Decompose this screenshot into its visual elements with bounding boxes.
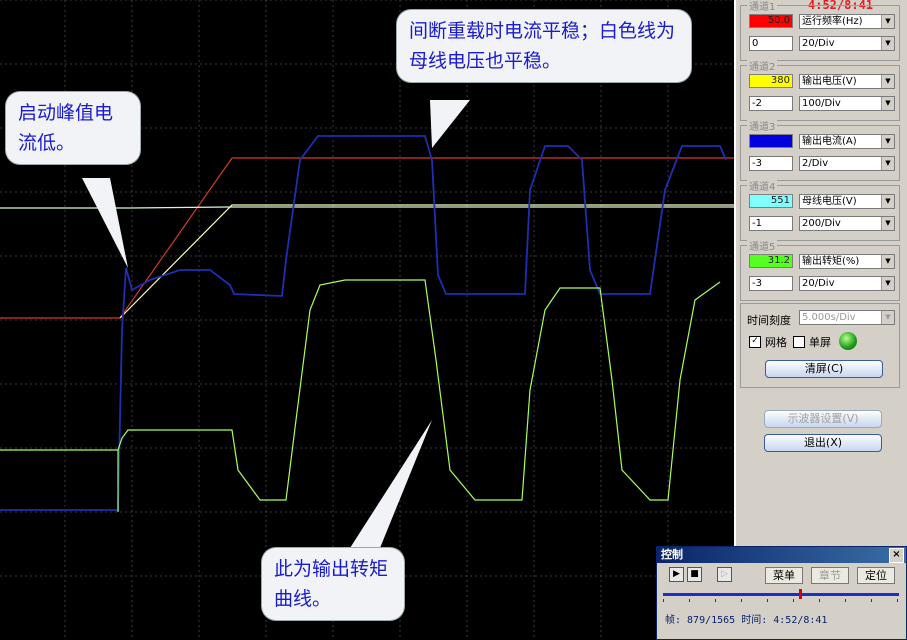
- channel-color-swatch[interactable]: [749, 134, 793, 148]
- channel-measure-select[interactable]: 运行频率(Hz) ▼: [799, 14, 895, 29]
- control-titlebar: 控制 ×: [657, 547, 906, 563]
- single-screen-checkbox[interactable]: [793, 336, 805, 348]
- channel-scale-select[interactable]: 200/Div ▼: [799, 216, 895, 231]
- progress-thumb[interactable]: [799, 589, 802, 599]
- step-icon[interactable]: ▷: [717, 567, 732, 582]
- callout-bottom: 此为输出转矩曲线。: [262, 548, 404, 620]
- time-scale-group: 时间刻度 5.000s/Div ▼ ✓ 网格 单屏 清屏(C): [740, 303, 900, 388]
- time-scale-select[interactable]: 5.000s/Div ▼: [799, 310, 895, 325]
- bus-voltage-trace: [0, 206, 734, 209]
- exit-button[interactable]: 退出(X): [764, 434, 882, 452]
- channel-color-swatch[interactable]: 551: [749, 194, 793, 208]
- channel-title: 通道1: [747, 0, 778, 13]
- close-button[interactable]: ×: [889, 548, 904, 563]
- stop-icon[interactable]: ■: [687, 567, 702, 582]
- control-window: 控制 × ▶ ■ ▷ 菜单 章节 定位 帧: 879/1565 时间: 4:52…: [656, 546, 907, 640]
- channel-scale-select[interactable]: 20/Div ▼: [799, 36, 895, 51]
- channel-scale-select[interactable]: 20/Div ▼: [799, 276, 895, 291]
- menu-button[interactable]: 菜单: [765, 567, 803, 584]
- play-icon[interactable]: ▶: [669, 567, 684, 582]
- channel-group-4: 通道4 551 母线电压(V) ▼ -1 200/Div ▼: [740, 178, 900, 241]
- channel-group-2: 通道2 380 输出电压(V) ▼ -2 100/Div ▼: [740, 58, 900, 121]
- single-screen-label: 单屏: [809, 336, 831, 349]
- channel-measure-select[interactable]: 输出转矩(%) ▼: [799, 254, 895, 269]
- channel-scale-select[interactable]: 100/Div ▼: [799, 96, 895, 111]
- channel-offset-input[interactable]: -3: [749, 156, 793, 171]
- channel-title: 通道5: [747, 238, 778, 253]
- channel-color-swatch[interactable]: 50.0: [749, 14, 793, 28]
- control-panel: 4:52/8:41 通道1 50.0 运行频率(Hz) ▼ 0 20/Div ▼ 通道2 380…: [734, 0, 907, 640]
- progress-ticks: [663, 599, 899, 603]
- channel-measure-select[interactable]: 输出电流(A) ▼: [799, 134, 895, 149]
- locate-button[interactable]: 定位: [857, 567, 895, 584]
- channel-title: 通道4: [747, 178, 778, 193]
- display-settings-button[interactable]: 示波器设置(V): [764, 410, 882, 428]
- output-voltage-trace: [119, 204, 734, 319]
- chapter-button[interactable]: 章节: [811, 567, 849, 584]
- channel-measure-select[interactable]: 母线电压(V) ▼: [799, 194, 895, 209]
- channel-offset-input[interactable]: -2: [749, 96, 793, 111]
- torque-trace: [0, 279, 721, 501]
- channel-title: 通道3: [747, 118, 778, 133]
- frame-time-status: 帧: 879/1565 时间: 4:52/8:41: [665, 615, 828, 626]
- channel-scale-select[interactable]: 2/Div ▼: [799, 156, 895, 171]
- channel-title: 通道2: [747, 58, 778, 73]
- callout-top: 间断重载时电流平稳；白色线为母线电压也平稳。: [397, 10, 691, 82]
- channel-measure-select[interactable]: 输出电压(V) ▼: [799, 74, 895, 89]
- channel-group-1: 通道1 50.0 运行频率(Hz) ▼ 0 20/Div ▼: [740, 0, 900, 61]
- channel-offset-input[interactable]: -3: [749, 276, 793, 291]
- oscilloscope-display: 间断重载时电流平稳；白色线为母线电压也平稳。 启动峰值电流低。 此为输出转矩曲线…: [0, 0, 734, 640]
- channel-group-5: 通道5 31.2 输出转矩(%) ▼ -3 20/Div ▼: [740, 238, 900, 301]
- callout-left: 启动峰值电流低。: [6, 92, 140, 164]
- channel-color-swatch[interactable]: 31.2: [749, 254, 793, 268]
- channel-color-swatch[interactable]: 380: [749, 74, 793, 88]
- channel-offset-input[interactable]: 0: [749, 36, 793, 51]
- channel-offset-input[interactable]: -1: [749, 216, 793, 231]
- channel-group-3: 通道3 输出电流(A) ▼ -3 2/Div ▼: [740, 118, 900, 181]
- progress-track[interactable]: [663, 593, 899, 596]
- grid-checkbox[interactable]: ✓: [749, 336, 761, 348]
- current-trace: [0, 135, 727, 511]
- time-scale-label: 时间刻度: [747, 314, 791, 327]
- clear-button[interactable]: 清屏(C): [765, 360, 883, 378]
- grid-label: 网格: [765, 336, 787, 349]
- status-led-icon[interactable]: [839, 332, 857, 350]
